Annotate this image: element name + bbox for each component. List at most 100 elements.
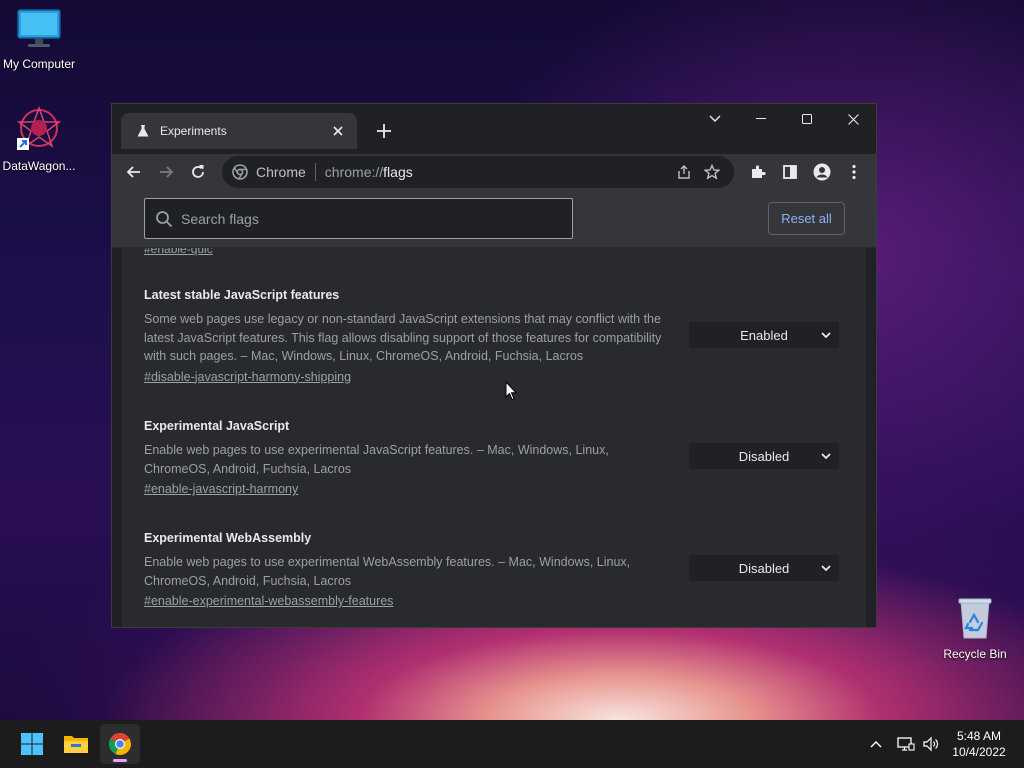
reload-icon (192, 165, 204, 178)
clock-time: 5:48 AM (956, 729, 1002, 743)
url-scheme: chrome:// (324, 164, 384, 180)
chevron-up-icon (870, 741, 882, 748)
side-panel-icon (783, 165, 797, 179)
star-icon (704, 164, 720, 180)
flag-title: Experimental JavaScript (144, 419, 290, 433)
minimize-button[interactable] (738, 104, 784, 134)
side-panel-button[interactable] (774, 156, 806, 188)
flags-list: #enable-quic Latest stable JavaScript fe… (122, 248, 866, 627)
tab-title: Experiments (160, 124, 227, 138)
system-tray (866, 720, 942, 768)
flask-icon (135, 123, 151, 139)
forward-button[interactable] (150, 156, 182, 188)
flag-state-select[interactable]: Disabled (689, 555, 839, 581)
monitor-icon (17, 9, 61, 47)
share-icon (678, 165, 690, 179)
taskbar-file-explorer[interactable] (56, 724, 96, 764)
start-button[interactable] (12, 724, 52, 764)
flag-item: Experimental WebAssembly Enable web page… (144, 531, 844, 610)
chevron-down-icon (821, 565, 831, 572)
flag-item: Experimental JavaScript Enable web pages… (144, 419, 844, 498)
desktop-icon-my-computer[interactable]: My Computer (0, 8, 81, 71)
desktop-icon-label: DataWagon... (2, 159, 76, 173)
site-name: Chrome (256, 164, 306, 180)
flag-item: Latest stable JavaScript features Some w… (144, 288, 844, 386)
window-controls (692, 104, 876, 134)
reload-button[interactable] (182, 156, 214, 188)
taskbar: 5:48 AM 10/4/2022 (0, 720, 1024, 768)
plus-icon (377, 124, 391, 138)
chevron-down-icon (821, 332, 831, 339)
taskbar-chrome[interactable] (100, 724, 140, 764)
flag-link-partial[interactable]: #enable-quic (144, 248, 213, 256)
search-flags-input[interactable] (181, 210, 561, 227)
arrow-left-icon (126, 166, 140, 178)
search-icon (156, 210, 173, 227)
menu-button[interactable] (838, 156, 870, 188)
extensions-button[interactable] (742, 156, 774, 188)
show-hidden-icons-button[interactable] (866, 740, 886, 748)
browser-window: Experiments Chrome chrome://flags Search… (111, 103, 877, 628)
desktop-icon-label: Recycle Bin (943, 647, 1007, 661)
chevron-down-icon (709, 115, 721, 122)
chevron-down-icon (821, 453, 831, 460)
flag-link[interactable]: #disable-javascript-harmony-shipping (144, 370, 351, 384)
network-button[interactable] (892, 736, 920, 752)
arrow-right-icon (160, 166, 174, 178)
puzzle-icon (752, 165, 766, 178)
chrome-icon (232, 164, 248, 180)
flag-description: Enable web pages to use experimental Web… (144, 555, 631, 588)
maximize-button[interactable] (784, 104, 830, 134)
flag-link[interactable]: #enable-javascript-harmony (144, 482, 298, 496)
close-tab-icon[interactable] (329, 122, 347, 140)
recycle-bin-icon (958, 598, 992, 639)
site-info-chip[interactable]: Chrome (232, 164, 306, 180)
back-button[interactable] (118, 156, 150, 188)
close-window-button[interactable] (830, 104, 876, 134)
address-bar[interactable]: Chrome chrome://flags (222, 156, 734, 188)
flag-state-value: Enabled (740, 327, 788, 343)
new-tab-button[interactable] (372, 119, 396, 143)
url-host: flags (383, 164, 413, 180)
flag-title: Experimental WebAssembly (144, 531, 312, 545)
volume-button[interactable] (920, 736, 942, 752)
bookmark-button[interactable] (698, 158, 726, 186)
url-text: chrome://flags (325, 164, 670, 180)
reset-all-button[interactable]: Reset all (768, 202, 845, 235)
browser-toolbar: Chrome chrome://flags (112, 154, 876, 190)
desktop-icon-label: My Computer (2, 57, 76, 71)
folder-icon (64, 736, 88, 753)
flag-state-value: Disabled (738, 560, 790, 576)
toolbar-actions (742, 156, 870, 188)
desktop-icon-datawagon[interactable]: DataWagon... (0, 104, 81, 173)
maximize-icon (802, 114, 812, 124)
flag-description: Some web pages use legacy or non-standar… (144, 312, 662, 363)
network-icon (897, 737, 915, 751)
profile-button[interactable] (806, 156, 838, 188)
minimize-icon (756, 118, 766, 119)
more-vert-icon (852, 164, 856, 180)
clock-date: 10/4/2022 (952, 745, 1006, 759)
windows-logo-icon (21, 733, 43, 755)
flag-description: Enable web pages to use experimental Jav… (144, 443, 609, 476)
flags-header: Reset all (112, 190, 876, 248)
active-app-indicator (113, 759, 127, 762)
tab-experiments[interactable]: Experiments (121, 113, 357, 149)
volume-icon (923, 736, 939, 752)
flag-state-value: Disabled (738, 448, 790, 464)
flag-state-select[interactable]: Enabled (689, 322, 839, 348)
datawagon-logo-icon (16, 105, 62, 150)
omnibox-separator (314, 163, 316, 181)
share-button[interactable] (670, 158, 698, 186)
tab-search-button[interactable] (692, 104, 738, 134)
mouse-cursor-icon (505, 381, 517, 401)
flag-state-select[interactable]: Disabled (689, 443, 839, 469)
avatar-icon (813, 163, 831, 181)
tab-strip: Experiments (112, 104, 876, 154)
taskbar-clock[interactable]: 5:48 AM 10/4/2022 (944, 728, 1014, 760)
search-box[interactable] (144, 198, 573, 239)
flag-link[interactable]: #enable-experimental-webassembly-feature… (144, 594, 393, 608)
chrome-logo-icon (109, 733, 131, 755)
desktop-icon-recycle-bin[interactable]: Recycle Bin (933, 596, 1017, 661)
flag-title: Latest stable JavaScript features (144, 288, 340, 302)
